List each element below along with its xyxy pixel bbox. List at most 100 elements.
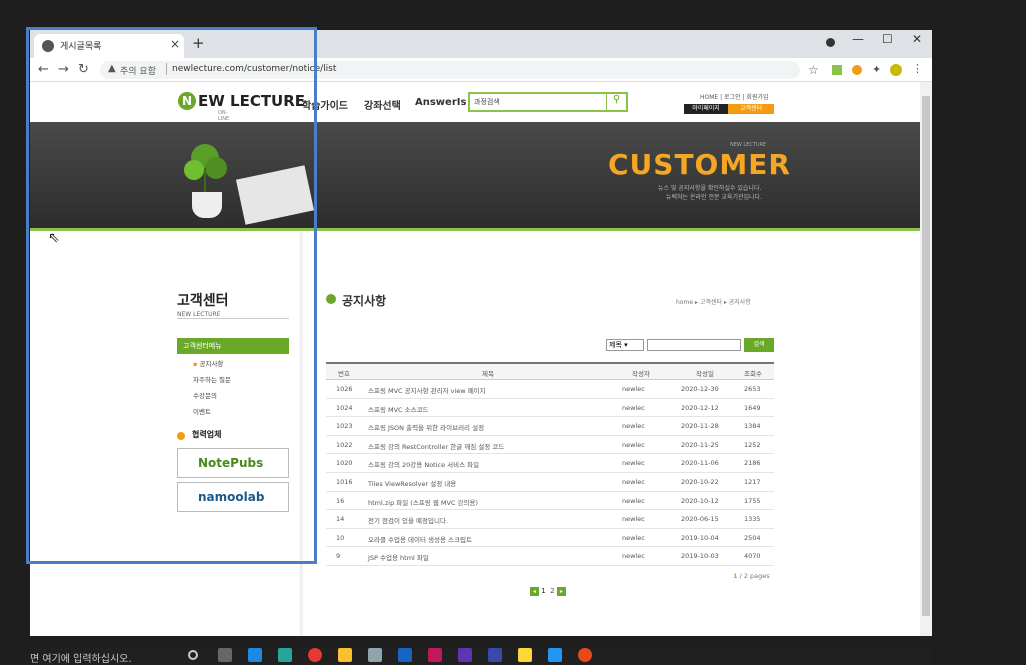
- close-window-button[interactable]: ✕: [912, 32, 922, 46]
- scrollbar[interactable]: [920, 82, 932, 636]
- notice-search-input[interactable]: [647, 339, 741, 351]
- cell-title[interactable]: 스프링 JSON 출력을 위한 라이브러리 설정: [368, 422, 484, 432]
- app-icon[interactable]: [488, 648, 502, 662]
- table-row[interactable]: 9 JSP 수업용 html 파일 newlec 2019-10-03 4070: [326, 547, 774, 566]
- mail-icon[interactable]: [398, 648, 412, 662]
- banner-desc: 뉴스 및 공지사항을 확인하실수 있습니다.: [658, 185, 762, 192]
- cell-no: 1022: [336, 440, 353, 449]
- col-hit: 조회수: [744, 370, 762, 378]
- cell-writer: newlec: [622, 496, 645, 505]
- cell-no: 1024: [336, 403, 353, 412]
- cell-title[interactable]: 스프링 MVC 공지사항 관리자 view 페이지: [368, 385, 486, 395]
- table-header: 번호 제목 작성자 작성일 조회수: [326, 362, 774, 380]
- cell-hit: 1649: [744, 403, 761, 412]
- cell-hit: 2504: [744, 533, 761, 542]
- taskbar: 면 여기에 입력하십시오.: [30, 646, 930, 665]
- cell-hit: 2653: [744, 385, 761, 393]
- course-search[interactable]: 과정검색 ⚲: [468, 92, 628, 112]
- table-row[interactable]: 1024 스프링 MVC 소스코드 newlec 2020-12-12 1649: [326, 399, 774, 418]
- banner-title: CUSTOMER: [608, 148, 791, 181]
- edge-new-icon[interactable]: [278, 648, 292, 662]
- maximize-button[interactable]: ☐: [882, 32, 893, 46]
- folder-icon[interactable]: [338, 648, 352, 662]
- cell-title[interactable]: Tiles ViewResolver 설정 내용: [368, 478, 456, 488]
- cortana-icon[interactable]: [188, 650, 198, 660]
- page-1[interactable]: 1: [541, 587, 545, 595]
- my-page-button[interactable]: 마이페이지: [684, 104, 728, 114]
- taskbar-search[interactable]: 면 여기에 입력하십시오.: [30, 650, 132, 665]
- bookmark-star-icon[interactable]: ☆: [808, 63, 819, 77]
- cell-writer: newlec: [622, 515, 645, 524]
- kakaotalk-icon[interactable]: [518, 648, 532, 662]
- app-icon[interactable]: [458, 648, 472, 662]
- puzzle-icon[interactable]: ✦: [872, 63, 881, 76]
- page-2[interactable]: 2: [550, 587, 554, 595]
- edge-icon[interactable]: [248, 648, 262, 662]
- cell-title[interactable]: html.zip 파일 (스프링 웹 MVC 강의용): [368, 497, 478, 507]
- app-icon[interactable]: [428, 648, 442, 662]
- table-row[interactable]: 14 전기 점검이 있을 예정입니다. newlec 2020-06-15 1335: [326, 510, 774, 529]
- notice-search-button[interactable]: 검색: [744, 338, 774, 352]
- cell-date: 2019-10-03: [681, 552, 719, 561]
- page-count: 1 / 2 pages: [733, 572, 770, 580]
- search-icon[interactable]: ⚲: [606, 94, 626, 110]
- cell-writer: newlec: [622, 533, 645, 542]
- pagination: ◂ 1 2 ▸: [530, 587, 566, 596]
- profile-icon[interactable]: [826, 38, 835, 47]
- cell-no: 1023: [336, 422, 353, 431]
- breadcrumb[interactable]: home ▸ 고객센터 ▸ 공지사항: [676, 297, 751, 306]
- chrome-icon[interactable]: [308, 648, 322, 662]
- cell-hit: 1384: [744, 422, 761, 431]
- col-no: 번호: [338, 370, 350, 378]
- cell-title[interactable]: 스프링 강의 RestController 한글 깨짐 설정 코드: [368, 441, 504, 451]
- cell-date: 2020-12-12: [681, 403, 719, 412]
- table-row[interactable]: 1023 스프링 JSON 출력을 위한 라이브러리 설정 newlec 2020-1…: [326, 417, 774, 436]
- zoom-icon[interactable]: [548, 648, 562, 662]
- scrollbar-thumb[interactable]: [922, 96, 930, 616]
- cell-hit: 2186: [744, 459, 761, 468]
- cell-writer: newlec: [622, 478, 645, 486]
- nav-answeris[interactable]: AnswerIs: [415, 97, 466, 108]
- task-view-icon[interactable]: [218, 648, 232, 662]
- cell-hit: 1217: [744, 478, 761, 486]
- util-links[interactable]: HOME | 로그인 | 회원가입: [700, 92, 769, 101]
- table-row[interactable]: 1026 스프링 MVC 공지사항 관리자 view 페이지 newlec 2020-…: [326, 380, 774, 399]
- kebab-menu-icon[interactable]: ⋮: [912, 62, 923, 75]
- col-title: 제목: [482, 370, 494, 378]
- cell-title[interactable]: 스프링 MVC 소스코드: [368, 404, 429, 414]
- nav-course-select[interactable]: 강좌선택: [364, 97, 401, 112]
- cell-title[interactable]: 전기 점검이 있을 예정입니다.: [368, 515, 448, 525]
- cell-no: 10: [336, 533, 345, 542]
- table-row[interactable]: 1016 Tiles ViewResolver 설정 내용 newlec 2020-1…: [326, 473, 774, 492]
- table-row[interactable]: 1022 스프링 강의 RestController 한글 깨짐 설정 코드 new…: [326, 436, 774, 455]
- search-input[interactable]: 과정검색: [474, 97, 500, 107]
- cell-no: 16: [336, 496, 345, 505]
- cell-title[interactable]: 오라클 수업용 데이터 생성용 스크립트: [368, 534, 472, 544]
- cell-date: 2020-10-22: [681, 478, 719, 486]
- cell-date: 2020-11-28: [681, 422, 719, 431]
- table-row[interactable]: 16 html.zip 파일 (스프링 웹 MVC 강의용) newlec 2020-…: [326, 492, 774, 511]
- cell-title[interactable]: 스프링 강의 20강용 Notice 서비스 파일: [368, 459, 479, 469]
- next-page-icon[interactable]: ▸: [556, 587, 566, 596]
- store-icon[interactable]: [368, 648, 382, 662]
- cell-title[interactable]: JSP 수업용 html 파일: [368, 552, 429, 562]
- prev-page-icon[interactable]: ◂: [530, 587, 539, 596]
- title-bullet-icon: [326, 294, 336, 304]
- cell-writer: newlec: [622, 403, 645, 412]
- minimize-button[interactable]: —: [852, 32, 864, 46]
- cell-date: 2020-06-15: [681, 515, 719, 524]
- extension-icon[interactable]: [832, 65, 842, 75]
- cell-hit: 1755: [744, 496, 761, 505]
- cell-date: 2020-11-06: [681, 459, 719, 468]
- table-row[interactable]: 1020 스프링 강의 20강용 Notice 서비스 파일 newlec 2020-…: [326, 454, 774, 473]
- table-row[interactable]: 10 오라클 수업용 데이터 생성용 스크립트 newlec 2019-10-04 25…: [326, 529, 774, 548]
- banner-desc: 뉴렉처는 온라인 전문 교육기관입니다.: [666, 194, 762, 201]
- cell-hit: 1252: [744, 440, 761, 449]
- avatar[interactable]: [890, 64, 902, 76]
- cell-writer: newlec: [622, 459, 645, 468]
- extension-icon[interactable]: [852, 65, 862, 75]
- powerpoint-icon[interactable]: [578, 648, 592, 662]
- customer-center-button[interactable]: 고객센터: [728, 104, 774, 114]
- cell-date: 2020-10-12: [681, 496, 719, 505]
- search-field-select[interactable]: 제목 ▾: [606, 339, 644, 351]
